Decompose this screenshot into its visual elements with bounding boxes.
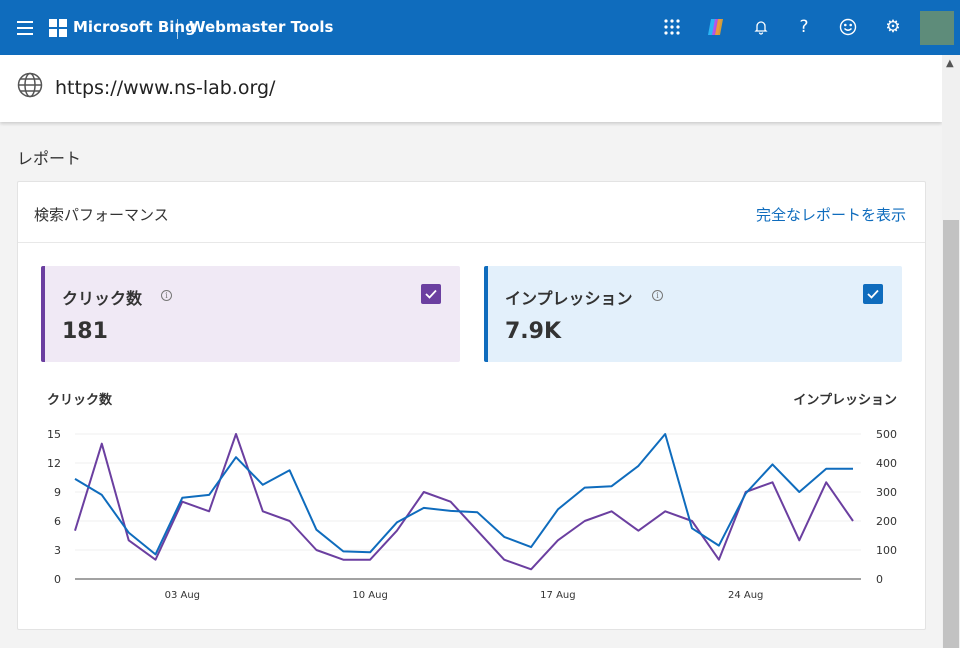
clicks-series-line [74, 433, 854, 571]
site-url: https://www.ns-lab.org/ [55, 77, 276, 99]
site-selector[interactable]: https://www.ns-lab.org/ [0, 55, 942, 122]
product-name[interactable]: Webmaster Tools [189, 18, 334, 36]
x-tick-label: 17 Aug [540, 590, 575, 601]
scrollbar-thumb[interactable] [943, 220, 959, 648]
copilot-icon[interactable] [703, 14, 729, 40]
right-tick-label: 100 [876, 544, 897, 557]
x-tick-label: 10 Aug [352, 590, 387, 601]
scroll-up-arrow-icon[interactable]: ▲ [946, 58, 954, 69]
right-tick-label: 200 [876, 515, 897, 528]
performance-line-chart: 15 500 12 400 9 300 6 200 3 100 0 0 03 Aug 10 Aug 17 A… [47, 428, 897, 601]
bell-icon[interactable] [748, 14, 774, 40]
right-tick-label: 400 [876, 457, 897, 470]
right-tick-label: 500 [876, 428, 897, 441]
section-title: レポート [17, 149, 82, 168]
right-tick-label: 300 [876, 486, 897, 499]
hamburger-menu-icon[interactable] [17, 21, 33, 35]
microsoft-logo-icon [49, 19, 67, 37]
help-icon[interactable]: ? [791, 14, 817, 40]
top-bar: Microsoft Bing Webmaster Tools ? ⚙ [0, 0, 960, 55]
right-tick-label: 0 [876, 573, 883, 586]
left-tick-label: 0 [54, 573, 61, 586]
apps-grid-icon[interactable] [659, 14, 685, 40]
left-tick-label: 12 [47, 457, 61, 470]
left-tick-label: 3 [54, 544, 61, 557]
left-tick-label: 9 [54, 486, 61, 499]
x-tick-label: 03 Aug [165, 590, 200, 601]
left-tick-label: 6 [54, 515, 61, 528]
left-tick-label: 15 [47, 428, 61, 441]
smiley-feedback-icon[interactable] [835, 14, 861, 40]
search-performance-card: 検索パフォーマンス 完全なレポートを表示 クリック数 i 181 インプレッショ… [17, 181, 926, 630]
x-tick-label: 24 Aug [728, 590, 763, 601]
globe-icon [17, 72, 43, 98]
avatar[interactable] [920, 11, 954, 45]
gear-icon[interactable]: ⚙ [880, 14, 906, 40]
brand-divider [177, 19, 178, 39]
impressions-series-line [74, 433, 853, 556]
